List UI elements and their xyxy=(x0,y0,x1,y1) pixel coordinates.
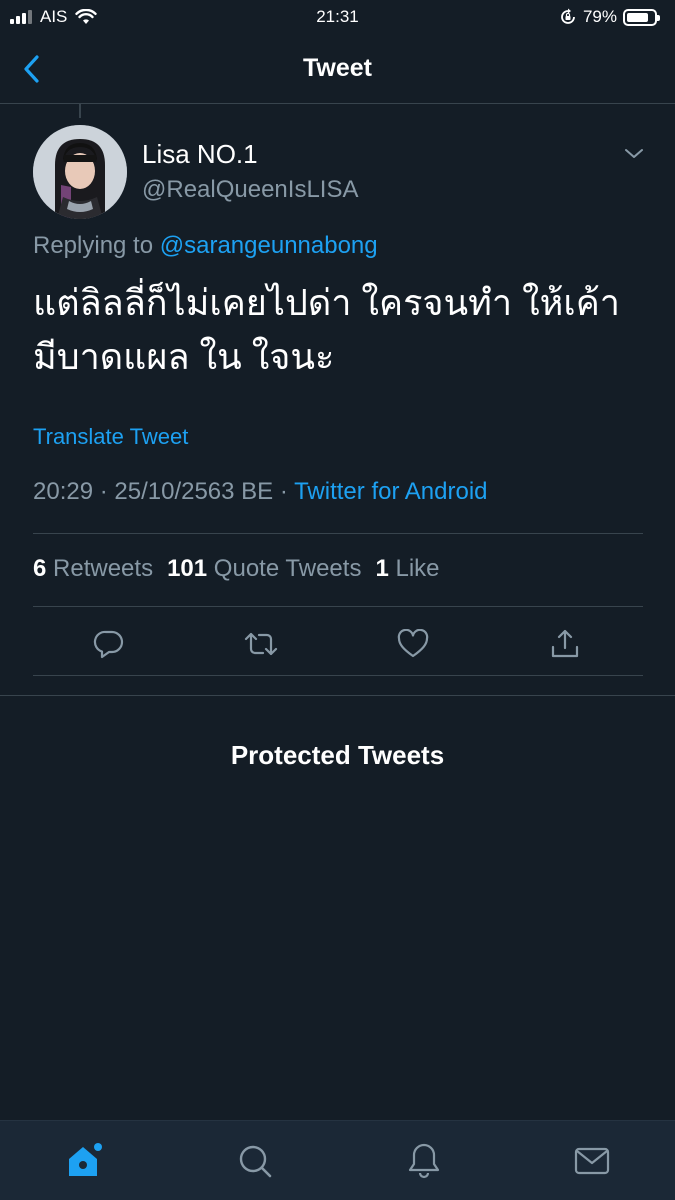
tweet-text-line: แต่ลิลลี่ก็ไม่เคยไปด่า ใครจนทำ ให้เค้า xyxy=(33,282,620,323)
like-icon xyxy=(397,629,429,658)
like-button[interactable] xyxy=(395,626,431,662)
tweet-source-link[interactable]: Twitter for Android xyxy=(294,478,487,505)
divider xyxy=(33,533,643,534)
search-icon xyxy=(239,1145,272,1178)
tweet-timestamp: 20:29 · 25/10/2563 BE · xyxy=(33,478,288,505)
reply-button[interactable] xyxy=(91,626,127,662)
chevron-down-icon[interactable] xyxy=(622,142,646,166)
quotes-label: Quote Tweets xyxy=(213,555,362,582)
wifi-icon xyxy=(75,9,98,24)
translate-tweet-link[interactable]: Translate Tweet xyxy=(33,424,188,450)
divider xyxy=(33,606,643,607)
retweets-count: 6 xyxy=(33,555,47,582)
tab-home[interactable] xyxy=(65,1141,105,1181)
replying-to-label: Replying to xyxy=(33,232,154,259)
tab-search[interactable] xyxy=(235,1141,275,1181)
retweet-icon xyxy=(244,632,278,656)
notifications-icon xyxy=(408,1143,440,1179)
quotes-stat[interactable]: 101 Quote Tweets xyxy=(167,555,361,583)
status-right: 79% xyxy=(559,7,660,27)
tab-notifications[interactable] xyxy=(404,1141,444,1181)
tweet-text: แต่ลิลลี่ก็ไม่เคยไปด่า ใครจนทำ ให้เค้า ม… xyxy=(33,276,643,384)
retweets-stat[interactable]: 6 Retweets xyxy=(33,555,153,583)
retweet-button[interactable] xyxy=(243,626,279,662)
avatar[interactable] xyxy=(33,125,127,219)
replying-to-line: Replying to @sarangeunnabong xyxy=(33,232,378,260)
likes-stat[interactable]: 1 Like xyxy=(375,555,439,583)
battery-level xyxy=(627,12,648,22)
tab-bar xyxy=(0,1120,675,1200)
status-bar: AIS 21:31 79% xyxy=(0,0,675,34)
messages-icon xyxy=(574,1147,610,1175)
divider xyxy=(33,675,643,676)
rotation-lock-icon xyxy=(561,8,575,24)
quotes-count: 101 xyxy=(167,555,208,582)
tweet-text-line: มีบาดแผล ใน ใจนะ xyxy=(33,336,335,377)
carrier-label: AIS xyxy=(40,7,68,26)
page-title: Tweet xyxy=(303,54,372,82)
tweet-stats: 6 Retweets 101 Quote Tweets 1 Like xyxy=(33,555,440,583)
tweet-actions xyxy=(33,622,643,668)
thread-connector-line xyxy=(79,104,81,118)
tweet-detail-screen: AIS 21:31 79% Tweet Lisa NO.1 @RealQueen… xyxy=(0,0,675,1200)
likes-label: Like xyxy=(395,555,440,582)
user-handle[interactable]: @RealQueenIsLISA xyxy=(142,176,358,204)
replying-to-mention[interactable]: @sarangeunnabong xyxy=(160,232,378,259)
home-icon xyxy=(69,1143,102,1176)
share-icon xyxy=(551,629,579,658)
tweet-meta: 20:29 · 25/10/2563 BE · Twitter for Andr… xyxy=(33,478,488,506)
cellular-signal-icon xyxy=(10,10,32,24)
status-left: AIS xyxy=(10,7,98,27)
section-divider xyxy=(0,695,675,696)
tab-messages[interactable] xyxy=(572,1141,612,1181)
likes-count: 1 xyxy=(375,555,389,582)
back-button[interactable] xyxy=(22,52,54,86)
chevron-left-icon xyxy=(24,55,39,83)
battery-icon xyxy=(623,8,660,26)
retweets-label: Retweets xyxy=(53,555,154,582)
nav-bar: Tweet xyxy=(0,34,675,104)
share-button[interactable] xyxy=(547,626,583,662)
protected-tweets-notice: Protected Tweets xyxy=(230,740,445,770)
battery-percent: 79% xyxy=(582,7,617,26)
reply-icon xyxy=(93,630,124,659)
avatar-image xyxy=(33,125,127,219)
display-name[interactable]: Lisa NO.1 xyxy=(142,139,258,170)
